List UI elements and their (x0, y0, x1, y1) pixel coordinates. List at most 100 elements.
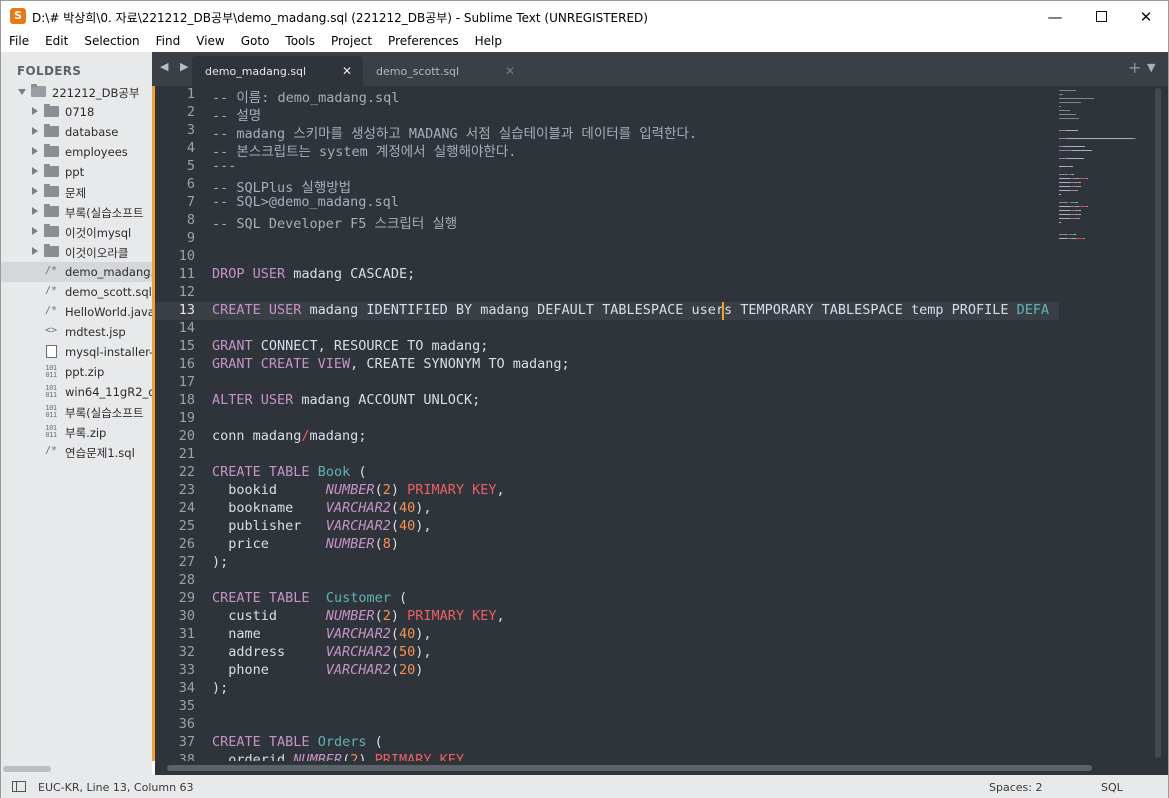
horizontal-scroll-thumb[interactable] (167, 765, 1092, 771)
sidebar-folder[interactable]: 문제 (1, 182, 152, 202)
horizontal-scrollbar[interactable] (155, 761, 1168, 775)
disclosure-closed-icon[interactable] (32, 227, 38, 235)
code-token: GRANT CREATE VIEW (212, 356, 351, 372)
disclosure-closed-icon[interactable] (32, 187, 38, 195)
line-number: 31 (178, 626, 195, 642)
tab-close-icon[interactable]: ✕ (505, 64, 515, 78)
line-number: 38 (178, 752, 195, 761)
sidebar-folder[interactable]: database (1, 122, 152, 142)
code-token: / (301, 428, 310, 444)
code-token: madang IDENTIFIED BY madang DEFAULT TABL… (301, 302, 1017, 318)
tab-navigation-arrows[interactable]: ◀ ▶ (160, 60, 192, 73)
sidebar-file[interactable]: /* demo_madang.s (1, 262, 152, 282)
sidebar-file[interactable]: 101 011 win64_11gR2_da (1, 382, 152, 402)
line-number: 29 (178, 590, 195, 606)
sidebar-file[interactable]: /* 연습문제1.sql (1, 442, 152, 462)
code-line: name VARCHAR2(40), (212, 626, 432, 644)
sidebar-file[interactable]: mysql-installer-c (1, 342, 152, 362)
new-tab-plus-icon[interactable]: + (1128, 58, 1141, 77)
sublime-window: S D:\# 박상희\0. 자료\221212_DB공부\demo_madang… (0, 0, 1169, 798)
code-token: , (496, 482, 505, 498)
code-token: bookname (212, 500, 326, 516)
sidebar-file[interactable]: 101 011 부록(실습소프트 (1, 402, 152, 422)
line-number: 1 (186, 86, 195, 102)
sidebar-horizontal-scrollbar[interactable] (3, 766, 51, 772)
menu-preferences[interactable]: Preferences (380, 32, 467, 52)
code-line: bookid NUMBER(2) PRIMARY KEY, (212, 482, 505, 500)
code-token: ), (415, 626, 432, 642)
sidebar-root-folder[interactable]: 221212_DB공부 (1, 82, 152, 102)
code-area[interactable]: -- 이름: demo_madang.sql -- 설명 -- madang 스키마… (212, 86, 1059, 761)
close-button[interactable]: ✕ (1123, 1, 1169, 32)
code-line: orderid NUMBER(2) PRIMARY KEY, (212, 752, 472, 761)
toggle-sidebar-icon[interactable] (12, 781, 26, 792)
code-token: ( (390, 626, 399, 642)
menu-edit[interactable]: Edit (37, 32, 76, 52)
sidebar-item-label: 연습문제1.sql (65, 446, 135, 460)
disclosure-closed-icon[interactable] (32, 147, 38, 155)
menu-help[interactable]: Help (467, 32, 510, 52)
sidebar-file[interactable]: /* demo_scott.sql (1, 282, 152, 302)
sidebar-file[interactable]: /* HelloWorld.java (1, 302, 152, 322)
menu-tools[interactable]: Tools (277, 32, 323, 52)
menu-bar: File Edit Selection Find View Goto Tools Projec… (1, 32, 1168, 52)
code-token: 40 (398, 626, 416, 642)
code-token: publisher (212, 518, 326, 534)
tab-list-chevron-icon[interactable]: ▼ (1147, 61, 1155, 74)
disclosure-open-icon[interactable] (18, 89, 26, 95)
vertical-scrollbar[interactable] (1155, 88, 1161, 758)
code-token: 2 (382, 482, 391, 498)
menu-view[interactable]: View (188, 32, 232, 52)
code-line: DROP USER madang CASCADE; (212, 266, 415, 284)
menu-file[interactable]: File (1, 32, 37, 52)
text-cursor (722, 302, 724, 320)
tab-demo-madang[interactable]: demo_madang.sql ✕ (192, 56, 363, 86)
disclosure-closed-icon[interactable] (32, 207, 38, 215)
sidebar-folder[interactable]: 0718 (1, 102, 152, 122)
menu-selection[interactable]: Selection (76, 32, 147, 52)
line-number-gutter: 1 2 3 4 5 6 7 8 9 10 11 12 13 14 15 16 17 18 19 20 21 22 23 24 2… (155, 86, 195, 761)
menu-goto[interactable]: Goto (233, 32, 278, 52)
file-icon (46, 345, 57, 358)
disclosure-closed-icon[interactable] (32, 247, 38, 255)
code-editor[interactable]: 1 2 3 4 5 6 7 8 9 10 11 12 13 14 15 16 17 18 19 20 21 22 23 24 2… (155, 86, 1168, 761)
minimap-stroke (1077, 190, 1078, 191)
maximize-button[interactable] (1078, 1, 1124, 32)
minimize-button[interactable]: — (1032, 1, 1078, 32)
disclosure-closed-icon[interactable] (32, 107, 38, 115)
disclosure-closed-icon[interactable] (32, 127, 38, 135)
menu-project[interactable]: Project (323, 32, 380, 52)
code-line: conn madang/madang; (212, 428, 366, 446)
sidebar-folder[interactable]: employees (1, 142, 152, 162)
code-token: CREATE TABLE (212, 464, 310, 480)
minimap-stroke (1059, 218, 1070, 219)
tab-demo-scott[interactable]: demo_scott.sql ✕ (363, 56, 526, 86)
minimap-stroke (1067, 138, 1133, 139)
sidebar-folder[interactable]: ppt (1, 162, 152, 182)
minimap-stroke (1059, 118, 1079, 119)
code-token: CREATE USER (212, 302, 302, 318)
line-number: 22 (178, 464, 195, 480)
minimap-stroke (1059, 90, 1076, 91)
folder-icon (44, 244, 59, 257)
code-token: GRANT (212, 338, 253, 354)
menu-find[interactable]: Find (148, 32, 189, 52)
tab-close-icon[interactable]: ✕ (342, 64, 352, 78)
disclosure-closed-icon[interactable] (32, 167, 38, 175)
sidebar-folder[interactable]: 이것이mysql (1, 222, 152, 242)
line-number: 21 (178, 446, 195, 462)
code-line: -- madang 스키마를 생성하고 MADANG 서점 실습테이블과 데이터… (212, 122, 697, 142)
sidebar-file[interactable]: 101 011 ppt.zip (1, 362, 152, 382)
status-syntax[interactable]: SQL (1101, 781, 1123, 794)
status-indentation[interactable]: Spaces: 2 (989, 781, 1042, 794)
code-line: -- 본스크립트는 system 계정에서 실행해야한다. (212, 140, 516, 160)
code-token: , CREATE SYNONYM TO madang; (350, 356, 570, 372)
sidebar-file[interactable]: <> mdtest.jsp (1, 322, 152, 342)
code-token: ( (374, 536, 383, 552)
sidebar-folder[interactable]: 부록(실습소프트 (1, 202, 152, 222)
sidebar-file[interactable]: 101 011 부록.zip (1, 422, 152, 442)
folder-icon (44, 204, 59, 217)
sidebar-folder[interactable]: 이것이오라클 (1, 242, 152, 262)
minimap[interactable] (1059, 86, 1154, 266)
title-bar[interactable]: S D:\# 박상희\0. 자료\221212_DB공부\demo_madang… (1, 1, 1168, 32)
